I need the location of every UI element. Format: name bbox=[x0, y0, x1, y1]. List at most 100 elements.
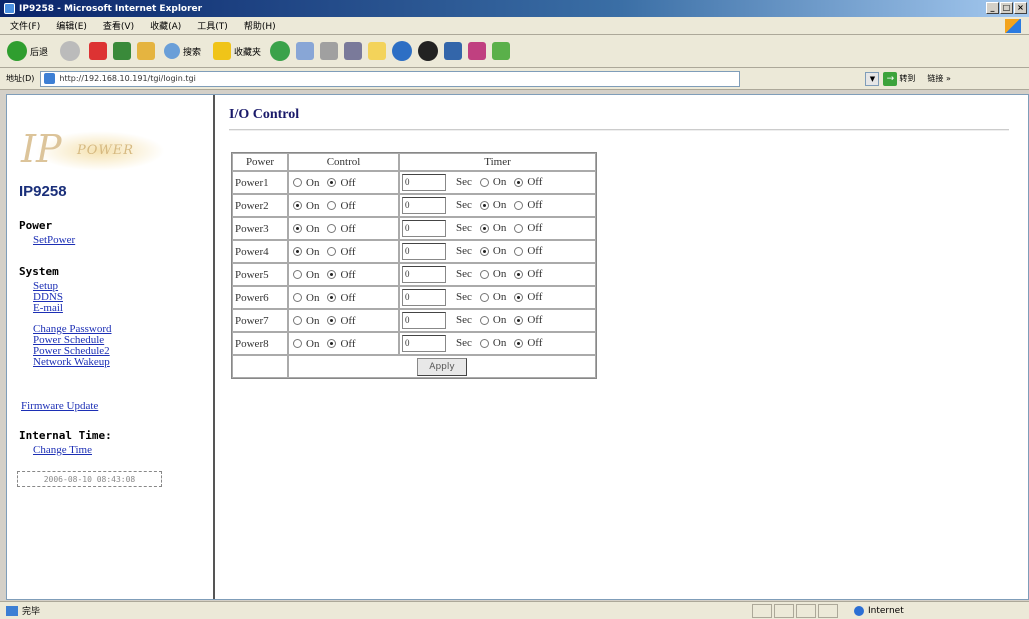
menu-favorites[interactable]: 收藏(A) bbox=[148, 19, 183, 32]
timer-on-radio[interactable] bbox=[479, 270, 489, 279]
minimize-button[interactable]: _ bbox=[986, 2, 999, 14]
timer-on-radio[interactable] bbox=[479, 178, 489, 187]
address-dropdown-icon[interactable]: ▼ bbox=[865, 71, 880, 86]
off-label: Off bbox=[527, 268, 543, 281]
refresh-icon[interactable] bbox=[113, 42, 132, 60]
control-off-radio[interactable] bbox=[327, 339, 337, 349]
timer-cell: 0 Sec On Off bbox=[399, 286, 596, 309]
stop-icon[interactable] bbox=[89, 42, 108, 60]
menu-file[interactable]: 文件(F) bbox=[8, 19, 42, 32]
link-change-time[interactable]: Change Time bbox=[33, 445, 92, 456]
control-off-radio[interactable] bbox=[327, 247, 337, 257]
forward-button[interactable] bbox=[57, 39, 83, 63]
link-email[interactable]: E-mail bbox=[33, 303, 63, 314]
timer-off-radio[interactable] bbox=[514, 201, 524, 210]
menu-view[interactable]: 查看(V) bbox=[101, 19, 136, 32]
ie-icon bbox=[4, 3, 15, 14]
control-on-radio[interactable] bbox=[293, 247, 302, 257]
table-row: Power2 On Off 0 Sec On Off bbox=[232, 194, 596, 217]
print-icon[interactable] bbox=[320, 42, 339, 60]
timer-on-radio[interactable] bbox=[479, 224, 489, 233]
timer-cell: 0 Sec On Off bbox=[399, 240, 596, 263]
timer-off-radio[interactable] bbox=[514, 270, 524, 279]
sec-label: Sec bbox=[456, 245, 472, 258]
messenger-icon[interactable] bbox=[392, 41, 413, 61]
timer-seconds-input[interactable]: 0 bbox=[402, 266, 446, 283]
windows-logo-icon bbox=[1005, 19, 1021, 33]
table-row: Power5 On Off 0 Sec On Off bbox=[232, 263, 596, 286]
tool-icon[interactable] bbox=[492, 42, 511, 60]
on-label: On bbox=[306, 245, 320, 258]
control-on-radio[interactable] bbox=[293, 178, 302, 188]
history-icon[interactable] bbox=[270, 41, 291, 61]
timer-cell: 0 Sec On Off bbox=[399, 263, 596, 286]
back-label: 后退 bbox=[30, 47, 49, 58]
mail-icon[interactable] bbox=[296, 42, 315, 60]
on-label: On bbox=[306, 337, 320, 350]
menu-edit[interactable]: 编辑(E) bbox=[54, 19, 89, 32]
page-icon bbox=[44, 73, 56, 84]
timer-seconds-input[interactable]: 0 bbox=[402, 243, 446, 260]
timer-off-radio[interactable] bbox=[514, 224, 524, 233]
timer-on-radio[interactable] bbox=[479, 247, 489, 256]
timer-seconds-input[interactable]: 0 bbox=[402, 220, 446, 237]
control-off-radio[interactable] bbox=[327, 316, 337, 326]
timer-seconds-input[interactable]: 0 bbox=[402, 312, 446, 329]
timer-on-radio[interactable] bbox=[479, 293, 489, 302]
timer-seconds-input[interactable]: 0 bbox=[402, 289, 446, 306]
address-bar: 地址(D) http://192.168.10.191/tgi/login.tg… bbox=[0, 68, 1029, 90]
control-on-radio[interactable] bbox=[293, 339, 302, 349]
system-heading: System bbox=[19, 265, 59, 278]
off-label: Off bbox=[527, 176, 543, 189]
link-firmware-update[interactable]: Firmware Update bbox=[21, 401, 98, 412]
timer-on-radio[interactable] bbox=[479, 316, 489, 325]
folder-icon[interactable] bbox=[368, 42, 387, 60]
apply-button[interactable]: Apply bbox=[417, 357, 467, 376]
back-button[interactable]: 后退 bbox=[4, 39, 51, 63]
go-button[interactable]: → 转到 bbox=[883, 71, 915, 86]
search-button[interactable]: 搜索 bbox=[161, 39, 204, 63]
control-cell: On Off bbox=[288, 286, 399, 309]
control-off-radio[interactable] bbox=[327, 270, 337, 280]
control-on-radio[interactable] bbox=[293, 270, 302, 280]
timer-seconds-input[interactable]: 0 bbox=[402, 197, 446, 214]
menu-tools[interactable]: 工具(T) bbox=[195, 19, 230, 32]
timer-on-radio[interactable] bbox=[479, 201, 489, 210]
control-on-radio[interactable] bbox=[293, 201, 302, 211]
control-cell: On Off bbox=[288, 194, 399, 217]
address-input[interactable]: http://192.168.10.191/tgi/login.tgi bbox=[40, 70, 741, 87]
links-button[interactable]: 链接 » bbox=[927, 73, 950, 84]
on-label: On bbox=[492, 314, 507, 327]
control-off-radio[interactable] bbox=[327, 201, 337, 211]
qq-icon[interactable] bbox=[418, 41, 439, 61]
control-on-radio[interactable] bbox=[293, 293, 302, 303]
timer-seconds-input[interactable]: 0 bbox=[402, 174, 446, 191]
power-name: Power4 bbox=[232, 240, 288, 263]
timer-on-radio[interactable] bbox=[479, 339, 489, 348]
home-icon[interactable] bbox=[137, 42, 156, 60]
chat-icon[interactable] bbox=[468, 42, 487, 60]
apply-spacer bbox=[232, 355, 288, 378]
menu-help[interactable]: 帮助(H) bbox=[242, 19, 278, 32]
favorites-button[interactable]: 收藏夹 bbox=[210, 39, 264, 63]
control-off-radio[interactable] bbox=[327, 178, 337, 188]
window-icon[interactable] bbox=[444, 42, 463, 60]
timer-off-radio[interactable] bbox=[514, 339, 524, 348]
control-off-radio[interactable] bbox=[327, 224, 337, 234]
maximize-button[interactable]: □ bbox=[1000, 2, 1013, 14]
close-button[interactable]: × bbox=[1014, 2, 1027, 14]
link-setpower[interactable]: SetPower bbox=[33, 235, 75, 246]
timer-off-radio[interactable] bbox=[514, 293, 524, 302]
edit-icon[interactable] bbox=[344, 42, 363, 60]
power-name: Power5 bbox=[232, 263, 288, 286]
control-off-radio[interactable] bbox=[327, 293, 337, 303]
control-on-radio[interactable] bbox=[293, 316, 302, 326]
timer-off-radio[interactable] bbox=[514, 316, 524, 325]
on-label: On bbox=[306, 268, 320, 281]
link-network-wakeup[interactable]: Network Wakeup bbox=[33, 357, 110, 368]
sec-label: Sec bbox=[456, 176, 472, 189]
timer-seconds-input[interactable]: 0 bbox=[402, 335, 446, 352]
timer-off-radio[interactable] bbox=[514, 178, 524, 187]
timer-off-radio[interactable] bbox=[514, 247, 524, 256]
control-on-radio[interactable] bbox=[293, 224, 302, 234]
